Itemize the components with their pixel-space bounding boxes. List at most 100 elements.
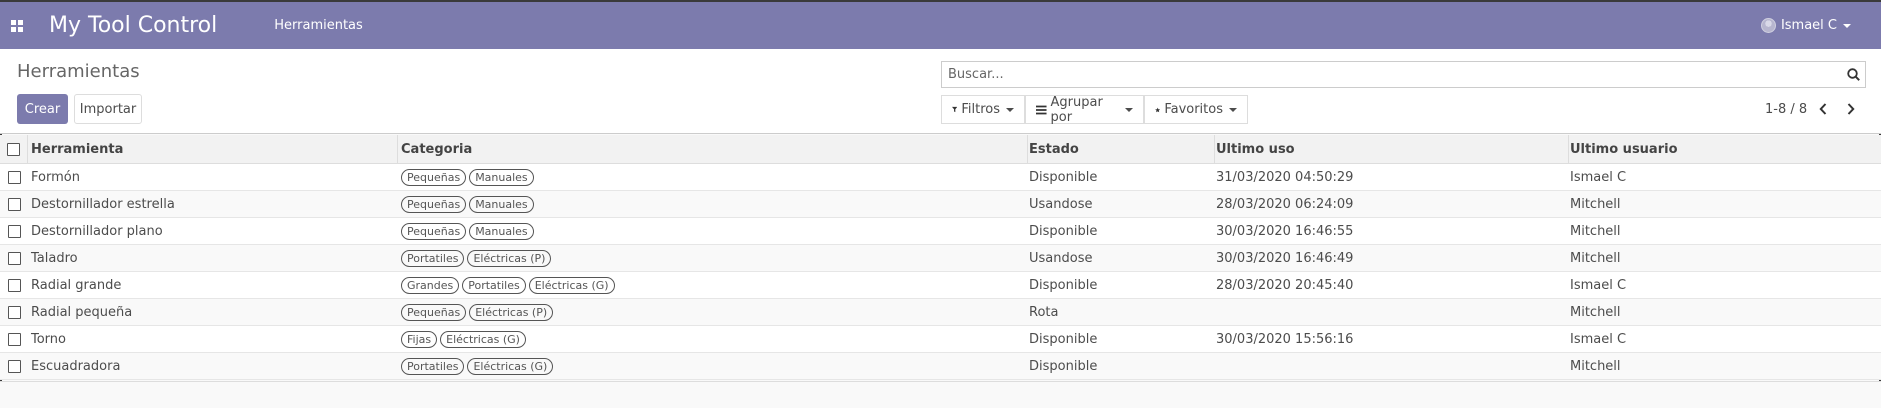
table-row[interactable]: Destornillador estrella Pequeñas Manuales U…	[0, 191, 1881, 218]
row-checkbox[interactable]	[7, 170, 21, 184]
cell-last-use: 28/03/2020 20:45:40	[1216, 277, 1354, 293]
cell-state: Usandose	[1029, 196, 1093, 212]
row-checkbox[interactable]	[7, 278, 21, 292]
category-tag: Eléctricas (G)	[440, 330, 526, 348]
cell-category-tags: Pequeñas Eléctricas (P)	[398, 299, 1028, 325]
chevron-right-icon[interactable]	[1843, 101, 1859, 117]
menu-item-herramientas[interactable]: Herramientas	[274, 18, 363, 33]
table-row[interactable]: Torno Fijas Eléctricas (G) Disponible 30/03/…	[0, 326, 1881, 353]
category-tag: Pequeñas	[401, 195, 467, 213]
cell-last-use: 28/03/2020 06:24:09	[1216, 196, 1354, 212]
top-navbar: My Tool Control Herramientas Ismael C	[0, 0, 1881, 49]
table-row[interactable]: Radial grande Grandes Portatiles Eléctricas…	[0, 272, 1881, 299]
user-name: Ismael C	[1780, 18, 1837, 33]
filters-label: Filtros	[961, 102, 1000, 117]
cell-category-tags: Portatiles Eléctricas (G)	[398, 353, 1028, 379]
avatar	[1760, 18, 1776, 33]
category-tag: Manuales	[469, 168, 534, 186]
list-footer	[0, 381, 1881, 408]
group-by-label: Agrupar por	[1050, 94, 1103, 125]
page-title: Herramientas	[17, 61, 140, 82]
row-select-cell	[0, 191, 28, 217]
cell-category-tags: Portatiles Eléctricas (P)	[398, 245, 1028, 271]
cell-tool-name: Destornillador estrella	[31, 196, 175, 212]
chevron-down-icon	[1006, 107, 1014, 112]
cell-last-use: 30/03/2020 16:46:49	[1216, 250, 1354, 266]
search-input[interactable]	[942, 62, 1841, 87]
row-checkbox[interactable]	[7, 224, 21, 238]
cell-tool-name: Destornillador plano	[31, 223, 163, 239]
column-header-categoria[interactable]: Categoria	[398, 135, 1028, 163]
cell-last-user: Mitchell	[1570, 196, 1621, 212]
cell-state: Disponible	[1029, 169, 1098, 185]
tools-table: Herramienta Categoria Estado Ultimo uso …	[0, 135, 1881, 380]
list-icon	[1036, 105, 1047, 114]
cell-last-user: Ismael C	[1570, 277, 1627, 293]
cell-last-use	[1215, 299, 1569, 325]
row-select-cell	[0, 299, 28, 325]
cell-last-user: Ismael C	[1570, 331, 1627, 347]
column-header-ultimo-usuario[interactable]: Ultimo usuario	[1569, 135, 1881, 163]
row-select-cell	[0, 326, 28, 352]
cell-category-tags: Pequeñas Manuales	[398, 218, 1028, 244]
category-tag: Eléctricas (P)	[469, 303, 554, 321]
import-button[interactable]: Importar	[74, 94, 142, 124]
row-select-cell	[0, 353, 28, 379]
search-icon[interactable]	[1841, 68, 1865, 81]
category-tag: Pequeñas	[401, 168, 467, 186]
cell-last-use	[1215, 353, 1569, 379]
control-panel: Herramientas Crear Importar Filtros Agru…	[0, 49, 1881, 134]
chevron-left-icon[interactable]	[1815, 101, 1831, 117]
category-tag: Grandes	[401, 276, 460, 294]
favorites-button[interactable]: Favoritos	[1144, 95, 1248, 124]
star-icon	[1155, 107, 1161, 112]
table-row[interactable]: Radial pequeña Pequeñas Eléctricas (P) Rota…	[0, 299, 1881, 326]
cell-tool-name: Radial grande	[31, 277, 122, 293]
app-brand[interactable]: My Tool Control	[49, 13, 217, 38]
cell-state: Rota	[1029, 304, 1059, 320]
column-header-ultimo-uso[interactable]: Ultimo uso	[1215, 135, 1569, 163]
category-tag: Pequeñas	[401, 222, 467, 240]
apps-grid-icon[interactable]	[0, 2, 34, 49]
category-tag: Portatiles	[401, 249, 465, 267]
group-by-button[interactable]: Agrupar por	[1025, 94, 1144, 125]
category-tag: Fijas	[401, 330, 438, 348]
row-checkbox[interactable]	[7, 305, 21, 319]
row-checkbox[interactable]	[7, 359, 21, 373]
cell-tool-name: Torno	[31, 331, 66, 347]
category-tag: Pequeñas	[401, 303, 467, 321]
cell-last-use: 30/03/2020 15:56:16	[1216, 331, 1354, 347]
column-header-herramienta[interactable]: Herramienta	[28, 135, 398, 163]
row-select-cell	[0, 272, 28, 298]
row-select-cell	[0, 164, 28, 190]
cell-last-user: Mitchell	[1570, 223, 1621, 239]
filters-button[interactable]: Filtros	[941, 95, 1025, 124]
table-header-row: Herramienta Categoria Estado Ultimo uso …	[0, 135, 1881, 164]
row-checkbox[interactable]	[7, 332, 21, 346]
create-button[interactable]: Crear	[17, 94, 68, 124]
table-row[interactable]: Escuadradora Portatiles Eléctricas (G) Disp…	[0, 353, 1881, 380]
row-select-cell	[0, 245, 28, 271]
table-row[interactable]: Formón Pequeñas Manuales Disponible 31/03/20…	[0, 164, 1881, 191]
cell-category-tags: Fijas Eléctricas (G)	[398, 326, 1028, 352]
category-tag: Eléctricas (G)	[528, 276, 615, 294]
cell-last-use: 30/03/2020 16:46:55	[1216, 223, 1354, 239]
pager-value[interactable]: 1-8 / 8	[1765, 102, 1807, 117]
table-row[interactable]: Taladro Portatiles Eléctricas (P) Usandose 3…	[0, 245, 1881, 272]
row-checkbox[interactable]	[7, 251, 21, 265]
select-all-checkbox[interactable]	[7, 142, 20, 156]
cell-tool-name: Escuadradora	[31, 358, 121, 374]
favorites-label: Favoritos	[1164, 102, 1223, 117]
category-tag: Eléctricas (P)	[467, 249, 552, 267]
cell-last-user: Mitchell	[1570, 358, 1621, 374]
category-tag: Portatiles	[401, 357, 465, 375]
row-checkbox[interactable]	[7, 197, 21, 211]
cell-category-tags: Grandes Portatiles Eléctricas (G)	[398, 272, 1028, 298]
cell-state: Disponible	[1029, 223, 1098, 239]
column-header-estado[interactable]: Estado	[1028, 135, 1215, 163]
category-tag: Manuales	[469, 195, 534, 213]
category-tag: Eléctricas (G)	[467, 357, 554, 375]
table-row[interactable]: Destornillador plano Pequeñas Manuales Disp…	[0, 218, 1881, 245]
user-menu[interactable]: Ismael C	[1760, 2, 1851, 49]
cell-last-use: 31/03/2020 04:50:29	[1216, 169, 1354, 185]
